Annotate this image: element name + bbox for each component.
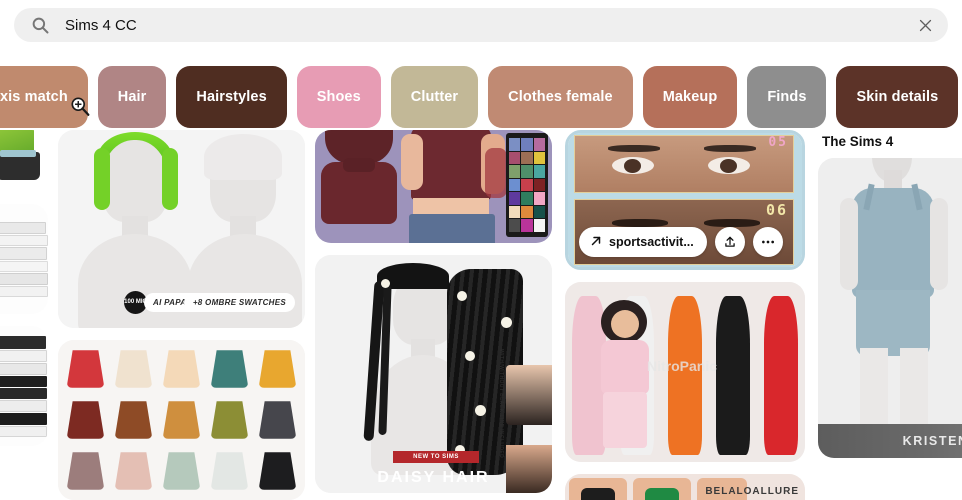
skirt-swatch [210, 350, 249, 388]
filter-chip[interactable]: Clothes female [488, 66, 633, 128]
pin-card-belaloallure[interactable]: BELALOALLURE [565, 474, 805, 500]
external-link-icon [590, 235, 602, 250]
pin-title-strip: KRISTEN DR [818, 424, 962, 458]
color-swatch [533, 205, 545, 219]
skirt-swatch [258, 401, 297, 439]
color-swatch [509, 165, 521, 178]
color-swatch [533, 151, 545, 165]
pin-board: 100 MIC AI PAPAI HAIR +8 OMBRE SWATCHES [0, 130, 962, 500]
skirt-swatch [162, 350, 201, 388]
list-item[interactable] [0, 326, 48, 446]
skirt-swatch [66, 350, 105, 388]
list-item[interactable] [0, 204, 48, 314]
color-swatch [533, 219, 545, 232]
pin-card-champion-hoodies[interactable]: NitroPanic [565, 282, 805, 462]
color-swatch [509, 205, 521, 219]
color-swatch [509, 151, 521, 165]
color-swatch [533, 178, 545, 192]
skirt-swatch [258, 350, 297, 388]
hoodie-figure [763, 296, 799, 455]
share-icon[interactable] [714, 227, 745, 257]
skirt-swatch [210, 401, 249, 439]
filter-chip[interactable]: Finds [747, 66, 827, 128]
color-swatch [521, 219, 533, 232]
attribution-label: sportsactivit... [609, 235, 694, 249]
pin-card-eyelashes[interactable]: 05 06 sportsactivit... [565, 130, 805, 270]
pin-card-skirt-swatches[interactable] [58, 340, 305, 500]
pin-label-right: +8 OMBRE SWATCHES [183, 293, 295, 312]
board-column-1: 100 MIC AI PAPAI HAIR +8 OMBRE SWATCHES [58, 130, 305, 500]
watermark-label: NitroPanic [647, 358, 718, 374]
board-column-4: The Sims 4 KRISTEN DR [818, 130, 962, 470]
search-pill[interactable] [14, 8, 948, 42]
filter-chip[interactable]: Hair [97, 66, 167, 128]
attribution-link[interactable]: sportsactivit... [579, 227, 707, 257]
filter-chip[interactable]: Skin details [836, 66, 959, 128]
hoodie-variant [757, 282, 805, 462]
pin-card-daisy-hair[interactable]: WITH/WITHOUT BLACK LINE INCLUDED NEW TO … [315, 255, 552, 493]
color-swatch [521, 151, 533, 165]
skirt-swatch [162, 401, 201, 439]
color-swatch [533, 165, 545, 178]
filter-chip[interactable]: xis match [0, 66, 88, 128]
filter-chips-row[interactable]: xis match Hair Hairstyles Shoes Clutter Cloth… [0, 66, 962, 128]
list-item[interactable] [0, 130, 48, 192]
search-icon [31, 16, 49, 34]
color-swatch [521, 192, 533, 205]
color-swatch [509, 138, 521, 151]
pin-title: DAISY HAIR [377, 469, 490, 486]
skirt-swatch [162, 452, 201, 490]
skirt-swatch [114, 452, 153, 490]
pin-card-crop-top[interactable] [315, 130, 552, 243]
skirt-swatch [114, 401, 153, 439]
filter-chip[interactable]: Hairstyles [176, 66, 287, 128]
search-input[interactable] [65, 16, 910, 34]
color-swatch [509, 178, 521, 192]
pin-banner: NEW TO SIMS [393, 451, 479, 463]
pin-card-ai-papai-hair[interactable]: 100 MIC AI PAPAI HAIR +8 OMBRE SWATCHES [58, 130, 305, 328]
hoodie-figure [667, 296, 703, 455]
color-swatch [509, 219, 521, 232]
close-icon[interactable] [910, 10, 940, 40]
filter-chip[interactable]: Shoes [296, 66, 381, 128]
skirt-swatch [66, 401, 105, 439]
color-swatch [521, 165, 533, 178]
color-swatch [521, 178, 533, 192]
hoodie-figure [715, 296, 751, 455]
pin-number-05: 05 [768, 135, 788, 150]
color-palette-grid [509, 138, 545, 232]
search-bar [0, 0, 962, 50]
pin-side-note: WITH/WITHOUT BLACK LINE INCLUDED [498, 349, 504, 459]
pin-attribution-row[interactable]: sportsactivit... [579, 227, 783, 257]
more-options-icon[interactable] [752, 227, 783, 257]
color-swatch [509, 192, 521, 205]
filter-chip[interactable]: Clutter [390, 66, 479, 128]
filter-chip[interactable]: Makeup [642, 66, 738, 128]
pin-card-kristen-dress[interactable]: KRISTEN DR [818, 158, 962, 458]
skirt-swatch [66, 452, 105, 490]
board-column-3: 05 06 sportsactivit... NitroPanic BELALO… [565, 130, 805, 500]
skirt-swatch-grid [58, 340, 305, 500]
pin-number-06: 06 [765, 201, 788, 219]
color-swatch [533, 138, 545, 151]
pin-brand-label: BELALOALLURE [705, 486, 799, 497]
board-column-2: WITH/WITHOUT BLACK LINE INCLUDED NEW TO … [315, 130, 552, 500]
skirt-swatch [258, 452, 297, 490]
skirt-swatch [114, 350, 153, 388]
color-swatch [533, 192, 545, 205]
color-swatch [521, 205, 533, 219]
color-swatch [521, 138, 533, 151]
skirt-swatch [210, 452, 249, 490]
pin-title-label: KRISTEN DR [902, 434, 962, 448]
board-column-0 [0, 130, 48, 458]
section-title: The Sims 4 [822, 134, 894, 149]
